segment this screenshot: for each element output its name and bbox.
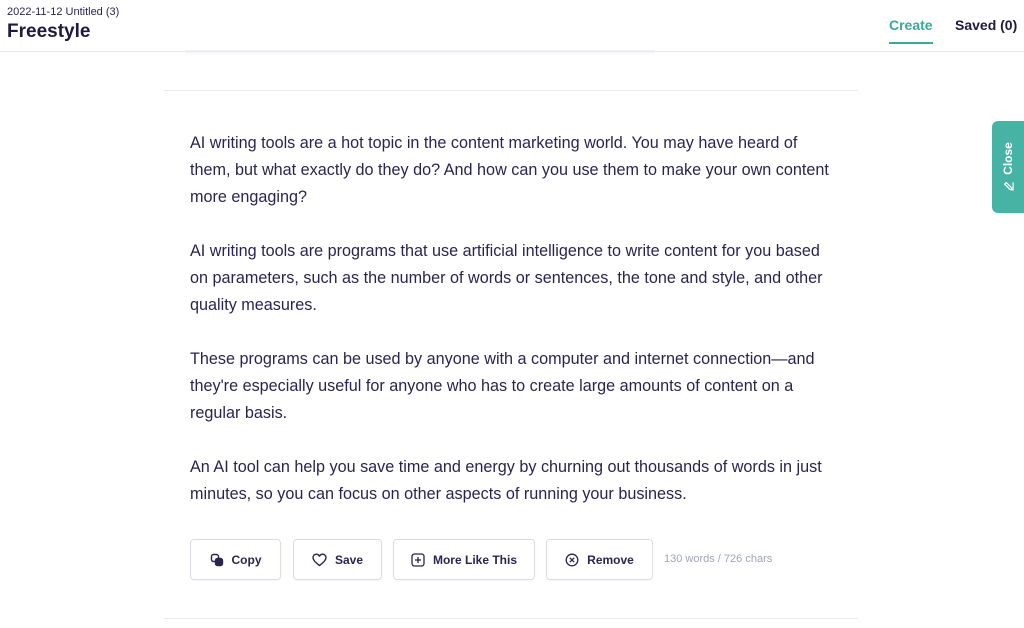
- save-button-label: Save: [334, 552, 364, 567]
- save-button[interactable]: Save: [293, 539, 382, 580]
- more-like-this-label: More Like This: [432, 552, 518, 567]
- copy-button[interactable]: Copy: [190, 539, 281, 580]
- pencil-icon: [1003, 181, 1014, 191]
- x-circle-icon: [565, 553, 579, 566]
- content-paragraph: AI writing tools are programs that use a…: [190, 242, 823, 314]
- word-char-count: 130 words / 726 chars: [664, 553, 773, 565]
- close-panel-tab[interactable]: Close: [992, 121, 1024, 213]
- remove-button-label: Remove: [587, 552, 634, 567]
- heart-icon: [312, 553, 327, 566]
- content-divider-bottom: [164, 618, 858, 619]
- more-like-this-button[interactable]: More Like This: [393, 539, 535, 580]
- header-shadow: [185, 50, 655, 56]
- top-header: 2022-11-12 Untitled (3) Freestyle Create…: [0, 0, 1024, 52]
- document-meta: 2022-11-12 Untitled (3): [7, 6, 120, 18]
- plus-square-icon: [411, 552, 425, 567]
- page-title: Freestyle: [7, 21, 91, 42]
- generated-content[interactable]: AI writing tools are a hot topic in the …: [190, 130, 840, 535]
- close-tab-label: Close: [1001, 142, 1015, 175]
- copy-icon: [210, 553, 223, 566]
- tab-saved[interactable]: Saved (0): [955, 17, 1017, 33]
- content-divider-top: [164, 90, 858, 91]
- copy-button-label: Copy: [231, 552, 262, 567]
- content-paragraph: An AI tool can help you save time and en…: [190, 458, 822, 503]
- content-paragraph: These programs can be used by anyone wit…: [190, 350, 815, 422]
- remove-button[interactable]: Remove: [546, 539, 653, 580]
- close-tab-content: Close: [1001, 142, 1015, 192]
- content-paragraph: AI writing tools are a hot topic in the …: [190, 134, 829, 206]
- tab-create[interactable]: Create: [889, 17, 933, 44]
